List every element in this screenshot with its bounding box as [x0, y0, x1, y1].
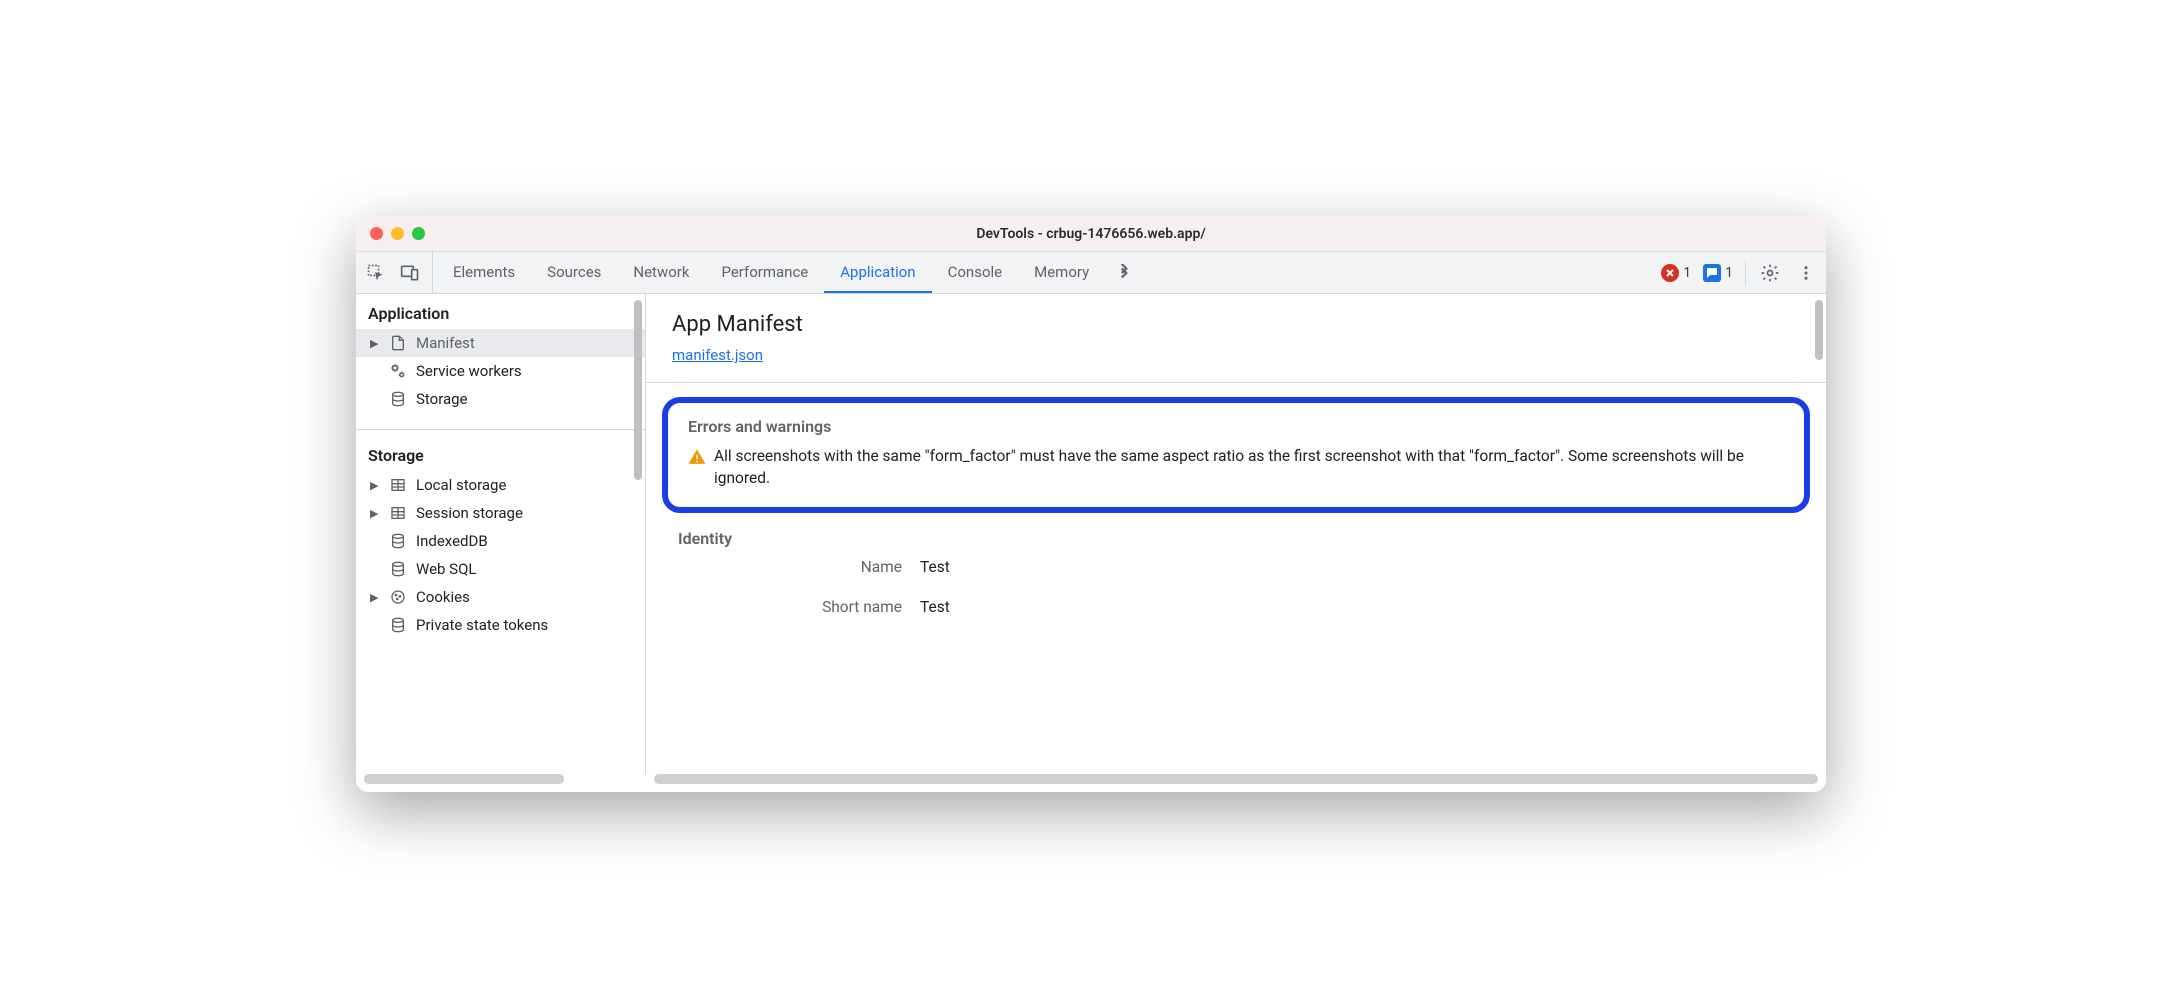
- sidebar-item-private-state-tokens[interactable]: Private state tokens: [356, 611, 645, 639]
- gears-icon: [388, 361, 408, 381]
- tab-performance[interactable]: Performance: [705, 252, 824, 293]
- identity-row-name: Name Test: [672, 558, 1800, 576]
- main-content: App Manifest manifest.json Errors and wa…: [646, 294, 1826, 774]
- main-scrollbar[interactable]: [1815, 300, 1823, 360]
- devtools-toolbar: Elements Sources Network Performance App…: [356, 252, 1826, 294]
- more-tabs-button[interactable]: [1105, 252, 1143, 293]
- minimize-window-button[interactable]: [391, 227, 404, 240]
- error-icon: [1661, 264, 1679, 282]
- main-h-scrollbar[interactable]: [654, 774, 1818, 784]
- kebab-menu-icon[interactable]: [1794, 261, 1818, 285]
- panel-body: Application ▶ Manifest Service workers: [356, 294, 1826, 774]
- tab-network[interactable]: Network: [617, 252, 705, 293]
- sidebar-item-label: Manifest: [416, 334, 475, 352]
- expand-arrow-icon: ▶: [370, 479, 380, 492]
- sidebar-group-storage: Storage: [356, 436, 645, 471]
- settings-icon[interactable]: [1758, 261, 1782, 285]
- issue-count-badge[interactable]: 1: [1703, 264, 1733, 282]
- errors-warnings-section: Errors and warnings All screenshots with…: [662, 397, 1810, 513]
- warning-text: All screenshots with the same "form_fact…: [714, 446, 1784, 489]
- expand-arrow-icon: ▶: [370, 507, 380, 520]
- device-toolbar-icon[interactable]: [398, 261, 422, 285]
- identity-value: Test: [920, 558, 950, 576]
- titlebar: DevTools - crbug-1476656.web.app/: [356, 216, 1826, 252]
- close-window-button[interactable]: [370, 227, 383, 240]
- identity-key: Name: [672, 558, 902, 576]
- bottom-scrollbars: [356, 774, 1826, 792]
- database-icon: [388, 615, 408, 635]
- sidebar-group-application: Application: [356, 294, 645, 329]
- warning-row: All screenshots with the same "form_fact…: [688, 446, 1784, 489]
- sidebar-item-label: Service workers: [416, 362, 522, 380]
- divider: [646, 382, 1826, 383]
- database-icon: [388, 559, 408, 579]
- sidebar-item-label: Session storage: [416, 504, 523, 522]
- divider: [1745, 261, 1746, 285]
- section-title: Errors and warnings: [688, 417, 1784, 436]
- sidebar-item-label: IndexedDB: [416, 532, 488, 550]
- window-controls: [370, 227, 425, 240]
- panel-tabs: Elements Sources Network Performance App…: [437, 252, 1653, 293]
- inspect-element-icon[interactable]: [364, 261, 388, 285]
- error-count-badge[interactable]: 1: [1661, 264, 1691, 282]
- sidebar-item-label: Storage: [416, 390, 468, 408]
- issue-count: 1: [1725, 265, 1733, 281]
- sidebar-item-manifest[interactable]: ▶ Manifest: [356, 329, 645, 357]
- identity-row-shortname: Short name Test: [672, 598, 1800, 616]
- identity-section-title: Identity: [678, 529, 1800, 548]
- table-icon: [388, 503, 408, 523]
- sidebar-item-label: Web SQL: [416, 560, 476, 578]
- sidebar-item-session-storage[interactable]: ▶ Session storage: [356, 499, 645, 527]
- identity-value: Test: [920, 598, 950, 616]
- sidebar-item-label: Cookies: [416, 588, 470, 606]
- identity-key: Short name: [672, 598, 902, 616]
- tab-elements[interactable]: Elements: [437, 252, 531, 293]
- page-heading: App Manifest: [672, 312, 1800, 337]
- tab-memory[interactable]: Memory: [1018, 252, 1105, 293]
- database-icon: [388, 531, 408, 551]
- sidebar-item-websql[interactable]: Web SQL: [356, 555, 645, 583]
- warning-icon: [688, 448, 706, 466]
- sidebar-item-cookies[interactable]: ▶ Cookies: [356, 583, 645, 611]
- table-icon: [388, 475, 408, 495]
- expand-arrow-icon: ▶: [370, 591, 380, 604]
- application-sidebar: Application ▶ Manifest Service workers: [356, 294, 646, 774]
- sidebar-item-local-storage[interactable]: ▶ Local storage: [356, 471, 645, 499]
- devtools-window: DevTools - crbug-1476656.web.app/ Elemen…: [356, 216, 1826, 792]
- tab-console[interactable]: Console: [932, 252, 1019, 293]
- sidebar-h-scrollbar[interactable]: [364, 774, 564, 784]
- window-title: DevTools - crbug-1476656.web.app/: [356, 226, 1826, 242]
- expand-arrow-icon: ▶: [370, 337, 380, 350]
- database-icon: [388, 389, 408, 409]
- cookie-icon: [388, 587, 408, 607]
- sidebar-item-storage[interactable]: Storage: [356, 385, 645, 413]
- issue-icon: [1703, 264, 1721, 282]
- tab-sources[interactable]: Sources: [531, 252, 617, 293]
- sidebar-item-indexeddb[interactable]: IndexedDB: [356, 527, 645, 555]
- tab-application[interactable]: Application: [824, 252, 931, 293]
- zoom-window-button[interactable]: [412, 227, 425, 240]
- sidebar-item-service-workers[interactable]: Service workers: [356, 357, 645, 385]
- file-icon: [388, 333, 408, 353]
- manifest-link[interactable]: manifest.json: [672, 346, 763, 364]
- error-count: 1: [1683, 265, 1691, 281]
- sidebar-item-label: Local storage: [416, 476, 506, 494]
- divider: [356, 429, 645, 430]
- sidebar-item-label: Private state tokens: [416, 616, 548, 634]
- sidebar-scrollbar[interactable]: [634, 300, 642, 480]
